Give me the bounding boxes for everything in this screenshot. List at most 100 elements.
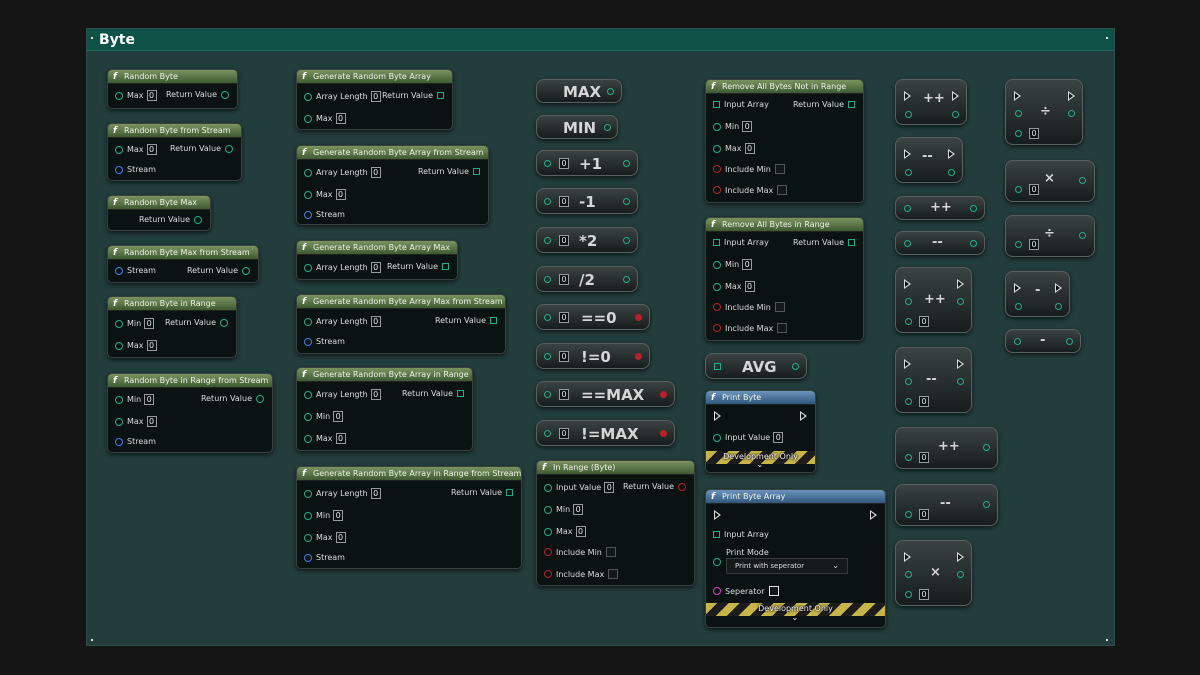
bool-pin-icon[interactable] (713, 186, 721, 194)
array-pin-icon[interactable] (437, 92, 444, 99)
value-field[interactable]: 0 (919, 452, 929, 463)
value-field[interactable]: 0 (335, 113, 346, 124)
node-generate-random-byte-array-in-range[interactable]: f Generate Random Byte Array in Range Arr… (296, 367, 473, 451)
input-pin-icon[interactable] (544, 353, 551, 360)
output-pin-icon[interactable] (957, 298, 964, 305)
byte-pin-icon[interactable] (115, 395, 123, 404)
node-random-byte[interactable]: f Random Byte Max 0 Return Value (107, 69, 238, 109)
exec-out-icon[interactable] (957, 279, 964, 289)
byte-pin-icon[interactable] (115, 91, 123, 100)
pin-min[interactable]: Min 0 (115, 318, 155, 329)
value-field[interactable]: 0 (742, 259, 753, 270)
input-pin-icon[interactable] (905, 378, 912, 385)
pin-array-length[interactable]: Array Length 0 (304, 316, 381, 327)
pin-return-value[interactable]: Return Value (139, 215, 202, 224)
value-field[interactable]: 0 (559, 389, 569, 400)
pin-return-value[interactable]: Return Value (402, 389, 464, 398)
pin-max[interactable]: Max 0 (115, 416, 157, 427)
pin-return-value[interactable]: Return Value (435, 316, 497, 325)
byte-pin-icon[interactable] (713, 282, 721, 291)
value-field[interactable]: 0 (559, 196, 569, 207)
pin-include-max[interactable]: Include Max (713, 323, 788, 333)
bool-pin-icon[interactable] (713, 303, 721, 311)
byte-pin-icon[interactable] (304, 412, 312, 421)
byte-pin-icon[interactable] (115, 319, 123, 328)
output-pin-icon[interactable] (1079, 177, 1086, 184)
output-pin-icon[interactable] (957, 378, 964, 385)
output-pin-icon[interactable] (983, 444, 990, 451)
byte-pin-icon[interactable] (713, 433, 721, 442)
pin-min[interactable]: Min 0 (713, 259, 753, 270)
value-field[interactable]: 0 (559, 158, 569, 169)
exec-in-icon[interactable] (904, 279, 911, 289)
checkbox[interactable] (774, 302, 785, 312)
pin-max[interactable]: Max 0 (304, 433, 346, 444)
exec-out-icon[interactable] (957, 359, 964, 369)
node-max[interactable]: MAX (536, 79, 622, 103)
pin-include-min[interactable]: Include Min (713, 164, 785, 174)
input-pin-icon[interactable] (905, 571, 912, 578)
pin-max[interactable]: Max 0 (115, 90, 157, 101)
output-pin-icon[interactable] (1066, 338, 1073, 345)
pin-include-max[interactable]: Include Max (544, 569, 619, 579)
byte-pin-icon[interactable] (225, 144, 233, 153)
value-field[interactable]: 0 (559, 274, 569, 285)
stream-pin-icon[interactable] (304, 553, 312, 562)
value-field[interactable]: 0 (335, 189, 346, 200)
input-pin-icon[interactable] (905, 591, 912, 598)
input-pin-icon[interactable] (544, 391, 551, 398)
value-field[interactable]: 0 (573, 504, 584, 515)
value-field[interactable]: 0 (333, 411, 344, 422)
byte-pin-icon[interactable] (304, 317, 312, 326)
node-generate-random-byte-array-max-from-stream[interactable]: f Generate Random Byte Array Max from Str… (296, 294, 506, 354)
exec-out-icon[interactable] (1068, 91, 1075, 101)
byte-pin-icon[interactable] (304, 511, 312, 520)
node-avg[interactable]: AVG (705, 353, 807, 379)
input-pin-icon[interactable] (905, 511, 912, 518)
pin-input-array[interactable]: Input Array (713, 530, 769, 539)
checkbox[interactable] (777, 185, 788, 195)
output-pin-icon[interactable] (1055, 303, 1062, 310)
array-pin-icon[interactable] (713, 531, 720, 538)
pin-stream[interactable]: Stream (115, 165, 156, 174)
input-pin-icon[interactable] (1015, 241, 1022, 248)
node-in-range-byte[interactable]: f In Range (Byte) Input Value 0 Return Val… (536, 460, 695, 586)
byte-pin-icon[interactable] (544, 527, 552, 536)
array-pin-icon[interactable] (473, 168, 480, 175)
output-pin-icon[interactable] (957, 571, 964, 578)
array-pin-icon[interactable] (457, 390, 464, 397)
input-pin-icon[interactable] (905, 298, 912, 305)
value-field[interactable]: 0 (370, 389, 381, 400)
exec-in-icon[interactable] (1014, 91, 1021, 101)
value-field[interactable]: 0 (1029, 128, 1039, 139)
exec-out-icon[interactable] (957, 552, 964, 562)
node-decrement-exec-ref[interactable]: -- 0 (895, 347, 972, 413)
output-pin-icon[interactable] (970, 240, 977, 247)
stream-pin-icon[interactable] (304, 210, 312, 219)
value-field[interactable]: 0 (773, 432, 784, 443)
bool-output-pin-icon[interactable] (660, 430, 667, 437)
node-increment-ref[interactable]: ++ 0 (895, 427, 998, 469)
output-pin-icon[interactable] (623, 160, 630, 167)
value-field[interactable]: 0 (744, 281, 755, 292)
byte-pin-icon[interactable] (304, 390, 312, 399)
node-plus-one[interactable]: 0 +1 (536, 150, 638, 176)
pin-return-value[interactable]: Return Value (451, 488, 513, 497)
node-print-byte-array[interactable]: f Print Byte Array Input Array Print Mode… (705, 489, 886, 628)
pin-max[interactable]: Max 0 (304, 189, 346, 200)
output-pin-icon[interactable] (983, 501, 990, 508)
byte-pin-icon[interactable] (304, 190, 312, 199)
exec-out-icon[interactable] (800, 411, 807, 421)
array-pin-icon[interactable] (506, 489, 513, 496)
byte-pin-icon[interactable] (194, 215, 202, 224)
output-pin-icon[interactable] (1068, 110, 1075, 117)
bool-pin-icon[interactable] (713, 324, 721, 332)
output-pin-icon[interactable] (623, 276, 630, 283)
print-mode-dropdown[interactable]: Print with seperator ⌄ (726, 558, 848, 574)
node-increment-exec-ref[interactable]: ++ 0 (895, 267, 972, 333)
node-random-byte-from-stream[interactable]: f Random Byte from Stream Max 0 Return Val… (107, 123, 242, 181)
byte-pin-icon[interactable] (304, 489, 312, 498)
pin-stream[interactable]: Stream (304, 337, 345, 346)
bool-output-pin-icon[interactable] (635, 314, 642, 321)
pin-max[interactable]: Max 0 (713, 143, 755, 154)
